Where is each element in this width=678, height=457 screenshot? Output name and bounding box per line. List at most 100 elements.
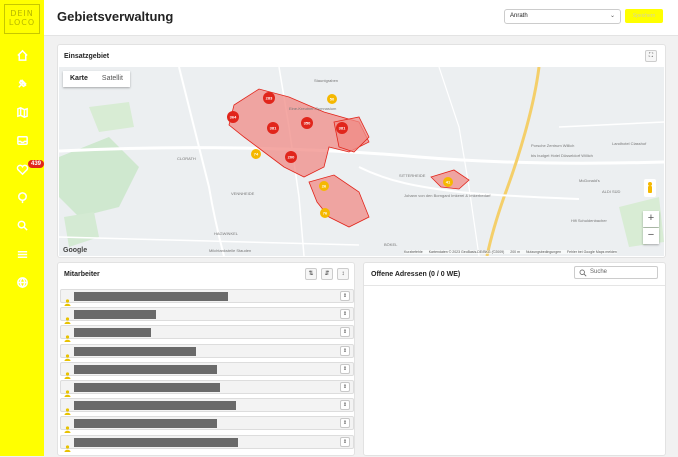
user-icon xyxy=(64,293,71,306)
place-label: Landhotel Classhof xyxy=(612,141,647,146)
svg-text:364: 364 xyxy=(230,115,237,120)
employee-menu-icon[interactable]: ⇕ xyxy=(340,418,350,429)
zoom-in-button[interactable]: + xyxy=(643,211,659,227)
search-placeholder: Suche xyxy=(590,269,608,275)
place-label: Milchtankstelle Stauden xyxy=(209,248,251,253)
employee-row[interactable]: ⇕ xyxy=(60,361,354,379)
employee-row[interactable]: ⇕ xyxy=(60,380,354,397)
map-canvas: 283 364 50 381 350 381 74 200 26 76 41 S… xyxy=(59,67,664,256)
employee-name-redacted xyxy=(74,437,238,447)
map-data-text: Kartendaten © 2023 GeoBasis-DE/BKG (©200… xyxy=(428,250,505,254)
tab-map[interactable]: Karte xyxy=(63,71,95,87)
user-icon xyxy=(64,366,71,379)
place-label: bis budget Hotel Düsseldorf Willich xyxy=(531,153,593,158)
svg-text:381: 381 xyxy=(339,126,346,131)
employee-menu-icon[interactable]: ⇕ xyxy=(340,363,350,374)
map-cluster-7: 74 xyxy=(251,149,261,159)
logo-line-2: LOCO xyxy=(8,18,36,27)
employee-row[interactable]: ⇕ xyxy=(60,416,354,434)
employee-name-redacted xyxy=(74,364,217,374)
employee-menu-icon[interactable]: ⇕ xyxy=(340,436,350,447)
employee-row[interactable]: ⇕ xyxy=(60,343,354,361)
employee-row[interactable]: ⇕ xyxy=(60,398,354,416)
globe-icon[interactable] xyxy=(13,273,31,291)
sort-desc-icon[interactable]: ⇵ xyxy=(321,268,333,280)
svg-text:283: 283 xyxy=(266,96,273,101)
chevron-down-icon: ⌄ xyxy=(609,13,615,19)
employee-name-redacted xyxy=(74,328,151,338)
google-logo: Google xyxy=(63,247,88,254)
region-select-value: Anrath xyxy=(510,13,528,19)
page-header: Gebietsverwaltung Anrath ⌄ Speichern xyxy=(44,0,678,36)
pin-icon[interactable] xyxy=(13,74,31,92)
location-icon[interactable] xyxy=(13,188,31,206)
place-label: Hifi Schuldenbacher xyxy=(571,218,607,223)
employee-menu-icon[interactable]: ⇕ xyxy=(340,309,350,320)
user-icon xyxy=(64,348,71,361)
addresses-card-title: Offene Adressen (0 / 0 WE) xyxy=(371,271,461,278)
map-view[interactable]: 283 364 50 381 350 381 74 200 26 76 41 S… xyxy=(59,67,664,256)
employee-name-redacted xyxy=(74,346,196,356)
map-attribution: Kurzbefehle Kartendaten © 2023 GeoBasis-… xyxy=(404,250,617,254)
svg-text:350: 350 xyxy=(304,121,311,126)
zoom-out-button[interactable]: − xyxy=(643,228,659,244)
terms-link[interactable]: Nutzungsbedingungen xyxy=(526,250,561,254)
region-select[interactable]: Anrath ⌄ xyxy=(504,9,621,24)
save-button[interactable]: Speichern xyxy=(625,9,663,23)
map-cluster-10: 76 xyxy=(320,208,330,218)
map-cluster-8: 200 xyxy=(285,151,297,163)
search-icon[interactable] xyxy=(13,216,31,234)
sort-asc-icon[interactable]: ⇅ xyxy=(305,268,317,280)
svg-text:381: 381 xyxy=(270,126,277,131)
employee-row[interactable]: ⇕ xyxy=(60,307,354,325)
user-icon xyxy=(64,329,71,343)
employee-name-redacted xyxy=(74,383,220,392)
place-label: VENNHEIDE xyxy=(231,191,255,196)
svg-text:50: 50 xyxy=(330,97,335,102)
inbox-icon[interactable] xyxy=(13,131,31,149)
place-label: SITTERHEIDE xyxy=(399,173,426,178)
map-cluster-1: 283 xyxy=(263,92,275,104)
employee-menu-icon[interactable]: ⇕ xyxy=(340,327,350,338)
employee-row[interactable]: ⇕ xyxy=(60,325,354,343)
home-icon[interactable] xyxy=(13,46,31,64)
map-cluster-2: 364 xyxy=(227,111,239,123)
place-label: Johann von den Borngard Imkerei & Imkerb… xyxy=(404,193,491,198)
report-error-link[interactable]: Fehler bei Google Maps melden xyxy=(567,250,617,254)
place-label: Eine-Kreutner-Gymnasium xyxy=(289,106,337,111)
street-view-icon[interactable] xyxy=(644,179,656,197)
fullscreen-icon[interactable]: ⛶ xyxy=(645,50,657,62)
employee-menu-icon[interactable]: ⇕ xyxy=(340,345,350,356)
shortcuts-link[interactable]: Kurzbefehle xyxy=(404,250,423,254)
place-label: CLORATH xyxy=(177,156,196,161)
employee-menu-icon[interactable]: ⇕ xyxy=(340,400,350,411)
scale-text: 200 m xyxy=(510,250,521,254)
employee-name-redacted xyxy=(74,401,236,411)
list-icon[interactable] xyxy=(13,245,31,263)
employee-name-redacted xyxy=(74,419,217,429)
employee-menu-icon[interactable]: ⇕ xyxy=(340,382,350,392)
map-cluster-3: 50 xyxy=(327,94,337,104)
sort-icon[interactable]: ↕ xyxy=(337,268,349,280)
map-cluster-11: 41 xyxy=(443,177,453,187)
user-icon xyxy=(64,311,71,325)
svg-text:26: 26 xyxy=(322,184,327,189)
svg-text:74: 74 xyxy=(254,152,259,157)
brand-logo[interactable]: DEIN LOCO xyxy=(4,4,40,34)
addresses-card: Offene Adressen (0 / 0 WE) xyxy=(363,262,666,456)
employee-row[interactable]: ⇕ xyxy=(60,289,354,306)
map-icon[interactable] xyxy=(13,103,31,121)
map-cluster-5: 350 xyxy=(301,117,313,129)
tab-satellite[interactable]: Satellit xyxy=(95,71,130,87)
place-label: BÖKEL xyxy=(384,242,398,247)
divider xyxy=(364,285,665,286)
svg-text:76: 76 xyxy=(323,211,328,216)
page-title: Gebietsverwaltung xyxy=(57,9,174,24)
address-search-input[interactable]: Suche xyxy=(574,266,658,279)
user-icon xyxy=(64,384,71,397)
user-icon xyxy=(64,402,71,416)
employee-name-redacted xyxy=(74,292,228,301)
employee-menu-icon[interactable]: ⇕ xyxy=(340,291,350,301)
map-cluster-6: 381 xyxy=(336,122,348,134)
employee-row[interactable]: ⇕ xyxy=(60,434,354,452)
